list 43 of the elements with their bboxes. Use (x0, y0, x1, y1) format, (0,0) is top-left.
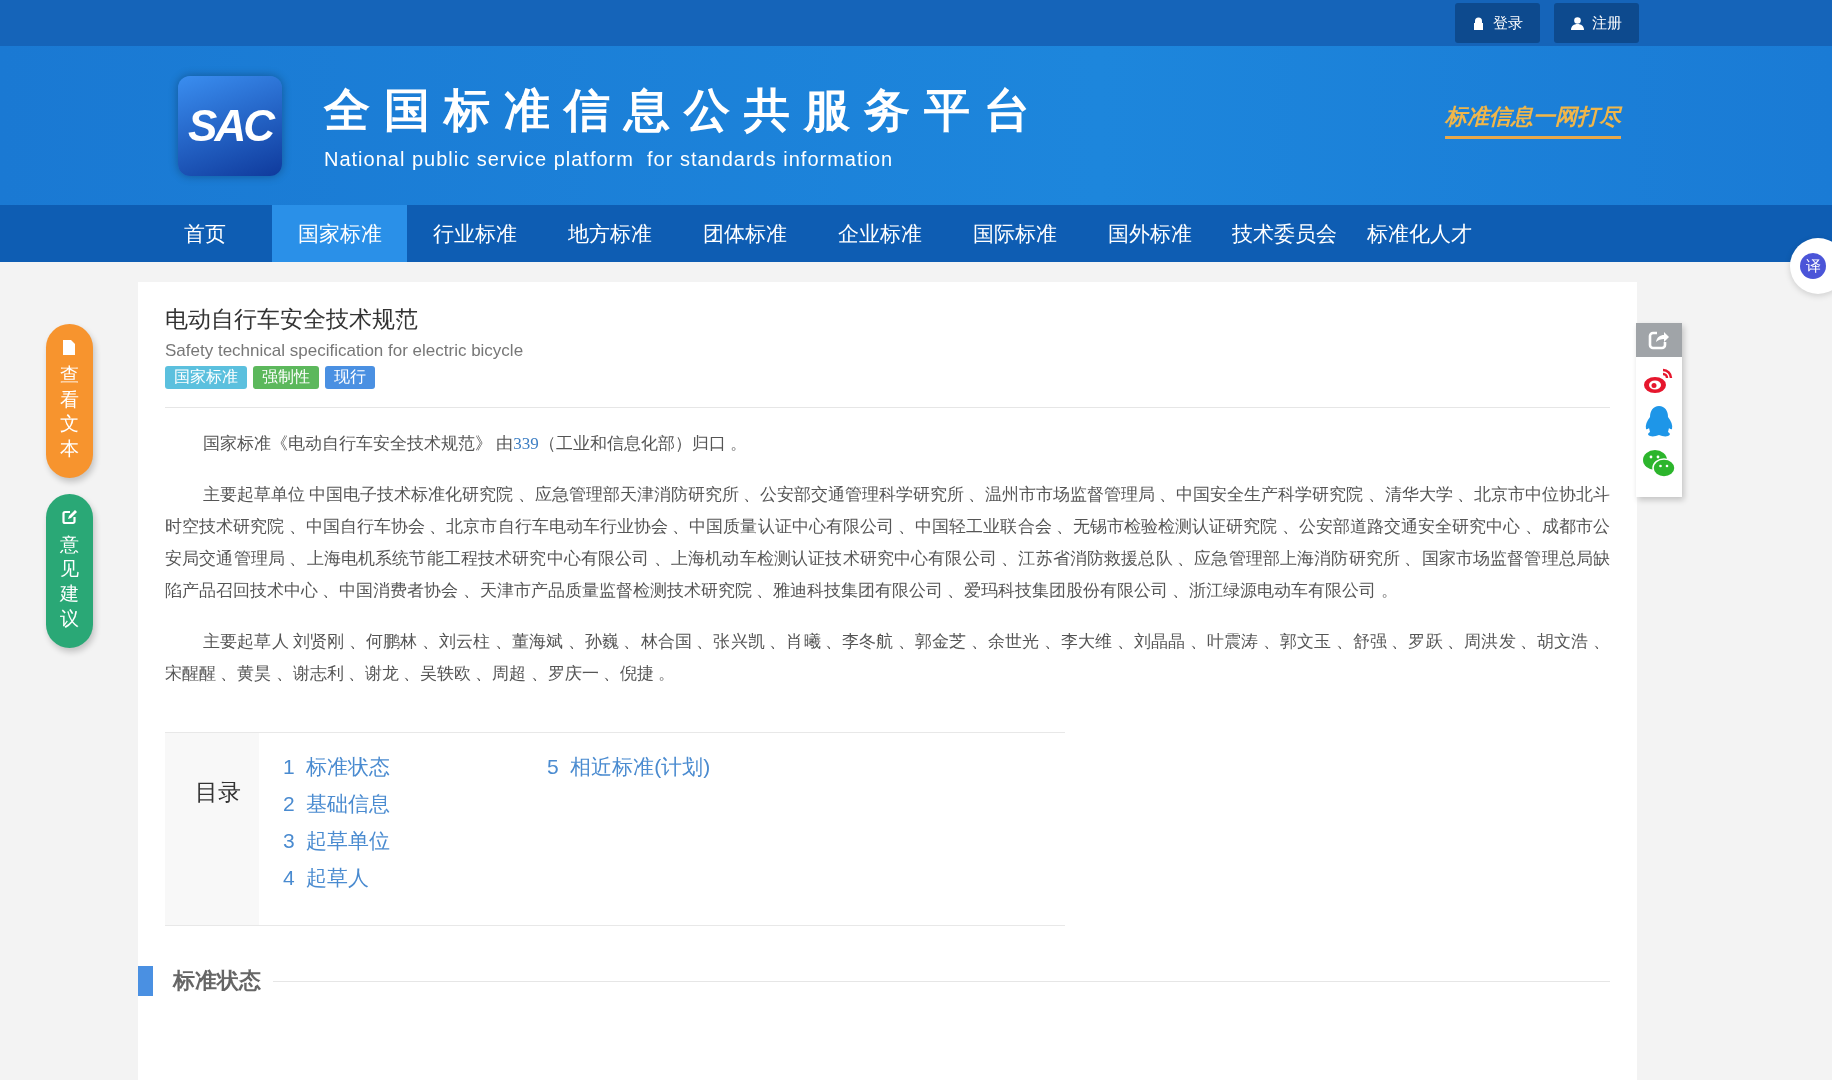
intro-paragraph: 国家标准《电动自行车安全技术规范》 由339（工业和信息化部）归口 。 (202, 433, 748, 455)
nav-tab[interactable]: 行业标准 (407, 205, 542, 262)
logo: SAC (178, 75, 282, 176)
toc-link[interactable]: 4 起草人 (283, 864, 547, 901)
lock-icon (1472, 16, 1485, 30)
weibo-icon[interactable] (1643, 367, 1675, 395)
standard-subtitle: Safety technical specification for electric bicycle (165, 341, 525, 361)
document-icon (63, 340, 75, 355)
committee-link[interactable]: 339 (513, 434, 539, 453)
nav-tab[interactable]: 国际标准 (947, 205, 1082, 262)
nav-tab[interactable]: 国家标准 (272, 205, 407, 262)
penguin-icon[interactable] (1644, 405, 1674, 439)
nav-tab[interactable]: 标准化人才 (1352, 205, 1487, 262)
header-button[interactable]: 登录 (1455, 3, 1540, 43)
tag: 强制性 (253, 366, 319, 389)
user-icon (1571, 16, 1584, 30)
share-button[interactable] (1636, 323, 1682, 357)
paragraph: 主要起草人 刘贤刚 、何鹏林 、刘云柱 、董海斌 、孙巍 、林合国 、张兴凯 、肖曦 、李冬航 、郭金芝 、余世光 、李大维 、刘晶晶 、叶震涛 、郭文玉 、舒强 、罗跃 、周洪发 、胡文浩 、宋醒醒 、黄昊 、谢志利 、谢龙 、吴轶欧 、周超 、罗庆一 、倪捷 。 (165, 631, 1610, 685)
edit-icon (61, 509, 77, 525)
tag: 国家标准 (165, 366, 247, 389)
toc-link[interactable]: 2 基础信息 (283, 790, 547, 827)
toc-link[interactable]: 3 起草单位 (283, 827, 547, 864)
site-subtitle: National public service platform for standards information (324, 148, 895, 171)
chat-bubbles-icon[interactable] (1642, 449, 1676, 479)
nav-tab[interactable]: 团体标准 (677, 205, 812, 262)
share-icon (1648, 330, 1670, 350)
toc-link[interactable]: 1 标准状态 (283, 753, 547, 790)
section-marker (138, 966, 153, 996)
slogan: 标准信息一网打尽 (1445, 102, 1621, 139)
nav-tab[interactable]: 企业标准 (812, 205, 947, 262)
nav-tab[interactable]: 技术委员会 (1217, 205, 1352, 262)
translate-button[interactable]: 译 (1790, 238, 1832, 294)
nav-tab[interactable]: 首页 (137, 205, 272, 262)
tag: 现行 (325, 366, 375, 389)
standard-title: 电动自行车安全技术规范 (165, 305, 419, 334)
section-title: 标准状态 (173, 967, 261, 995)
header-button[interactable]: 注册 (1554, 3, 1639, 43)
paragraph: 主要起草单位 中国电子技术标准化研究院 、应急管理部天津消防研究所 、公安部交通管理科学研究所 、温州市市场监督管理局 、中国安全生产科学研究院 、清华大学 、北京市中位协北斗时空技术研究院 、中国自行车协会 、北京市自行车电动车行业协会 、中国质量认证中心有限公司 、中国轻工业联合会 、无锡市检验检测认证研究院 、公安部道路交通安全研究中心 、成都市公安局交通管理局 、上海电机系统节能工程技术研究中心有限公司 、上海机动车检测认证技术研究中心有限公司 、江苏省消防救援总队 、应急管理部上海消防研究所 、国家市场监督管理总局缺陷产品召回技术中心 、中国消费者协会 、天津市产品质量监督检测技术研究院 、雅迪科技集团有限公司 、爱玛科技集团股份有限公司 、浙江绿源电动车有限公司 。 (165, 484, 1610, 602)
nav-tab[interactable]: 地方标准 (542, 205, 677, 262)
site-title: 全国标准信息公共服务平台 (324, 83, 1044, 138)
nav-tab[interactable]: 国外标准 (1082, 205, 1217, 262)
toc-link[interactable]: 5 相近标准(计划) (547, 753, 847, 790)
toc-label: 目录 (165, 733, 259, 925)
